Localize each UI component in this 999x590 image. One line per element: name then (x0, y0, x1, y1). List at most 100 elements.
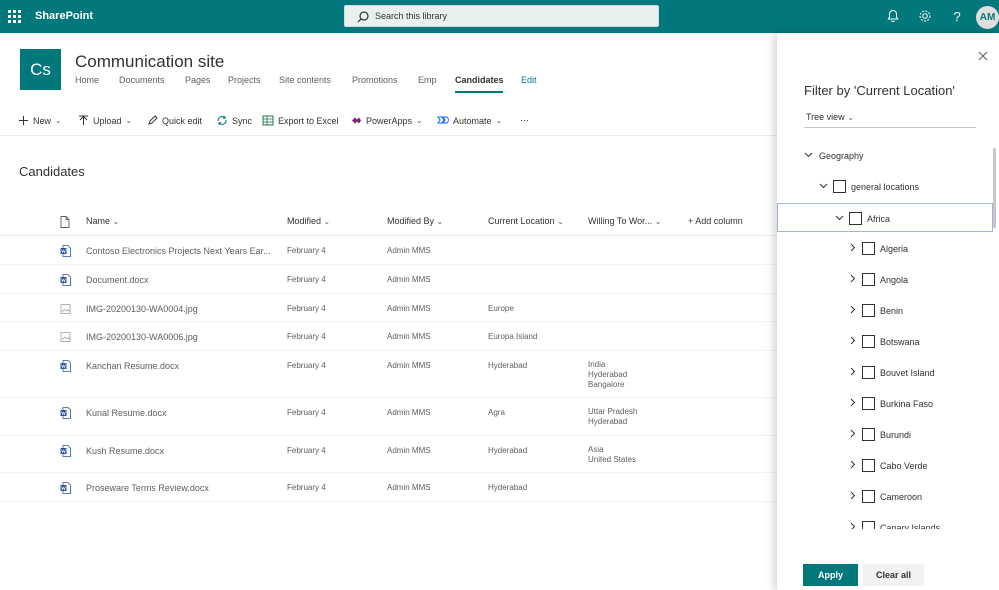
chevron-right-icon[interactable] (848, 336, 857, 345)
tree-node[interactable]: Algeria (777, 234, 993, 263)
nav-emp[interactable]: Emp (418, 75, 437, 85)
chevron-right-icon[interactable] (848, 429, 857, 438)
avatar[interactable]: AM (976, 6, 999, 29)
upload-button[interactable]: Upload ⌄ (78, 115, 132, 126)
quick-edit-button[interactable]: Quick edit (147, 115, 202, 126)
file-name-link[interactable]: Kunal Resume.docx (86, 408, 281, 418)
tree-checkbox[interactable] (849, 212, 862, 225)
powerapps-button[interactable]: PowerApps ⌄ (350, 115, 423, 126)
table-row[interactable]: IMG-20200130-WA0004.jpg February 4 Admin M… (0, 294, 777, 322)
sync-button[interactable]: Sync (216, 115, 252, 126)
column-header-name[interactable]: Name ⌄ (86, 216, 119, 226)
search-placeholder[interactable]: Search this library (375, 11, 447, 21)
clear-all-button[interactable]: Clear all (863, 564, 924, 586)
tree-node[interactable]: Cameroon (777, 482, 993, 511)
table-row[interactable]: Kush Resume.docx February 4 Admin MMS Hyder… (0, 436, 777, 473)
tree-scrollbar-thumb[interactable] (993, 148, 996, 228)
willing-location-item: Hyderabad (588, 417, 628, 426)
chevron-right-icon[interactable] (848, 460, 857, 469)
column-willing-label: Willing To Wor... (588, 216, 653, 226)
apply-button[interactable]: Apply (803, 564, 858, 586)
column-header-modified-by[interactable]: Modified By ⌄ (387, 216, 443, 226)
column-header-willing-to-work[interactable]: Willing To Wor... ⌄ (588, 216, 661, 226)
view-mode-dropdown[interactable]: Tree view ⌄ (804, 109, 976, 128)
file-name-link[interactable]: Document.docx (86, 275, 281, 285)
search-box[interactable]: Search this library (344, 5, 659, 27)
file-name-link[interactable]: Kush Resume.docx (86, 446, 281, 456)
chevron-right-icon[interactable] (848, 522, 857, 529)
chevron-down-icon[interactable] (804, 150, 813, 159)
table-row[interactable]: Proseware Terms Review.docx February 4 Adm… (0, 473, 777, 502)
add-column-button[interactable]: + Add column (688, 216, 743, 226)
chevron-right-icon[interactable] (848, 491, 857, 500)
word-document-icon (60, 274, 71, 286)
tree-node[interactable]: Botswana (777, 327, 993, 356)
tree-checkbox[interactable] (862, 304, 875, 317)
gear-icon[interactable] (917, 8, 933, 24)
file-name-link[interactable]: IMG-20200130-WA0006.jpg (86, 332, 281, 342)
tree-checkbox[interactable] (862, 459, 875, 472)
modified-date: February 4 (287, 446, 326, 455)
chevron-down-icon[interactable] (819, 181, 828, 190)
close-icon[interactable] (977, 50, 989, 62)
nav-pages[interactable]: Pages (185, 75, 211, 85)
table-row[interactable]: Document.docx February 4 Admin MMS (0, 265, 777, 294)
export-excel-button[interactable]: Export to Excel (262, 115, 339, 126)
file-name-link[interactable]: Proseware Terms Review.docx (86, 483, 281, 493)
more-commands-button[interactable]: ··· (520, 115, 529, 125)
tree-checkbox[interactable] (862, 428, 875, 441)
column-header-current-location[interactable]: Current Location ⌄ (488, 216, 564, 226)
tree-checkbox[interactable] (833, 180, 846, 193)
nav-promotions[interactable]: Promotions (352, 75, 398, 85)
tree-checkbox[interactable] (862, 242, 875, 255)
table-row[interactable]: Kanchan Resume.docx February 4 Admin MMS Hy… (0, 351, 777, 398)
column-header-modified[interactable]: Modified ⌄ (287, 216, 330, 226)
file-name-link[interactable]: Contoso Electronics Projects Next Years … (86, 246, 281, 256)
tree-node[interactable]: Africa (777, 203, 993, 232)
table-row[interactable]: Contoso Electronics Projects Next Years … (0, 236, 777, 265)
nav-candidates[interactable]: Candidates (455, 75, 504, 85)
nav-documents[interactable]: Documents (119, 75, 165, 85)
automate-icon (437, 116, 449, 124)
chevron-down-icon[interactable] (835, 213, 844, 222)
tree-node[interactable]: Bouvet Island (777, 358, 993, 387)
tree-node[interactable]: Benin (777, 296, 993, 325)
tree-node[interactable]: Burundi (777, 420, 993, 449)
tree-checkbox[interactable] (862, 366, 875, 379)
export-label: Export to Excel (278, 115, 339, 126)
tree-node[interactable]: Angola (777, 265, 993, 294)
nav-projects[interactable]: Projects (228, 75, 261, 85)
automate-button[interactable]: Automate ⌄ (437, 115, 502, 126)
site-title[interactable]: Communication site (75, 52, 224, 72)
tree-node[interactable]: Cabo Verde (777, 451, 993, 480)
nav-home[interactable]: Home (75, 75, 99, 85)
table-row[interactable]: IMG-20200130-WA0006.jpg February 4 Admin M… (0, 322, 777, 351)
chevron-right-icon[interactable] (848, 274, 857, 283)
help-icon[interactable]: ? (949, 8, 965, 24)
file-type-icon[interactable] (60, 216, 70, 228)
app-launcher-icon[interactable] (8, 10, 21, 23)
brand-name[interactable]: SharePoint (35, 10, 93, 22)
tree-node[interactable]: general locations (777, 172, 993, 201)
chevron-right-icon[interactable] (848, 243, 857, 252)
tree-checkbox[interactable] (862, 335, 875, 348)
file-name-link[interactable]: Kanchan Resume.docx (86, 361, 281, 371)
nav-site-contents[interactable]: Site contents (279, 75, 331, 85)
chevron-right-icon[interactable] (848, 305, 857, 314)
tree-node[interactable]: Canary Islands (777, 513, 993, 529)
chevron-right-icon[interactable] (848, 398, 857, 407)
tree-node[interactable]: Geography (777, 141, 993, 170)
file-name-link[interactable]: IMG-20200130-WA0004.jpg (86, 304, 281, 314)
bell-icon[interactable] (885, 8, 901, 24)
tree-checkbox[interactable] (862, 397, 875, 410)
table-row[interactable]: Kunal Resume.docx February 4 Admin MMS Agra… (0, 398, 777, 436)
chevron-right-icon[interactable] (848, 367, 857, 376)
nav-edit-link[interactable]: Edit (521, 75, 537, 85)
new-button[interactable]: New ⌄ (18, 115, 62, 126)
site-logo[interactable]: Cs (20, 49, 61, 90)
tree-node[interactable]: Burkina Faso (777, 389, 993, 418)
tree-checkbox[interactable] (862, 521, 875, 529)
modified-by: Admin MMS (387, 332, 431, 341)
tree-checkbox[interactable] (862, 490, 875, 503)
tree-checkbox[interactable] (862, 273, 875, 286)
